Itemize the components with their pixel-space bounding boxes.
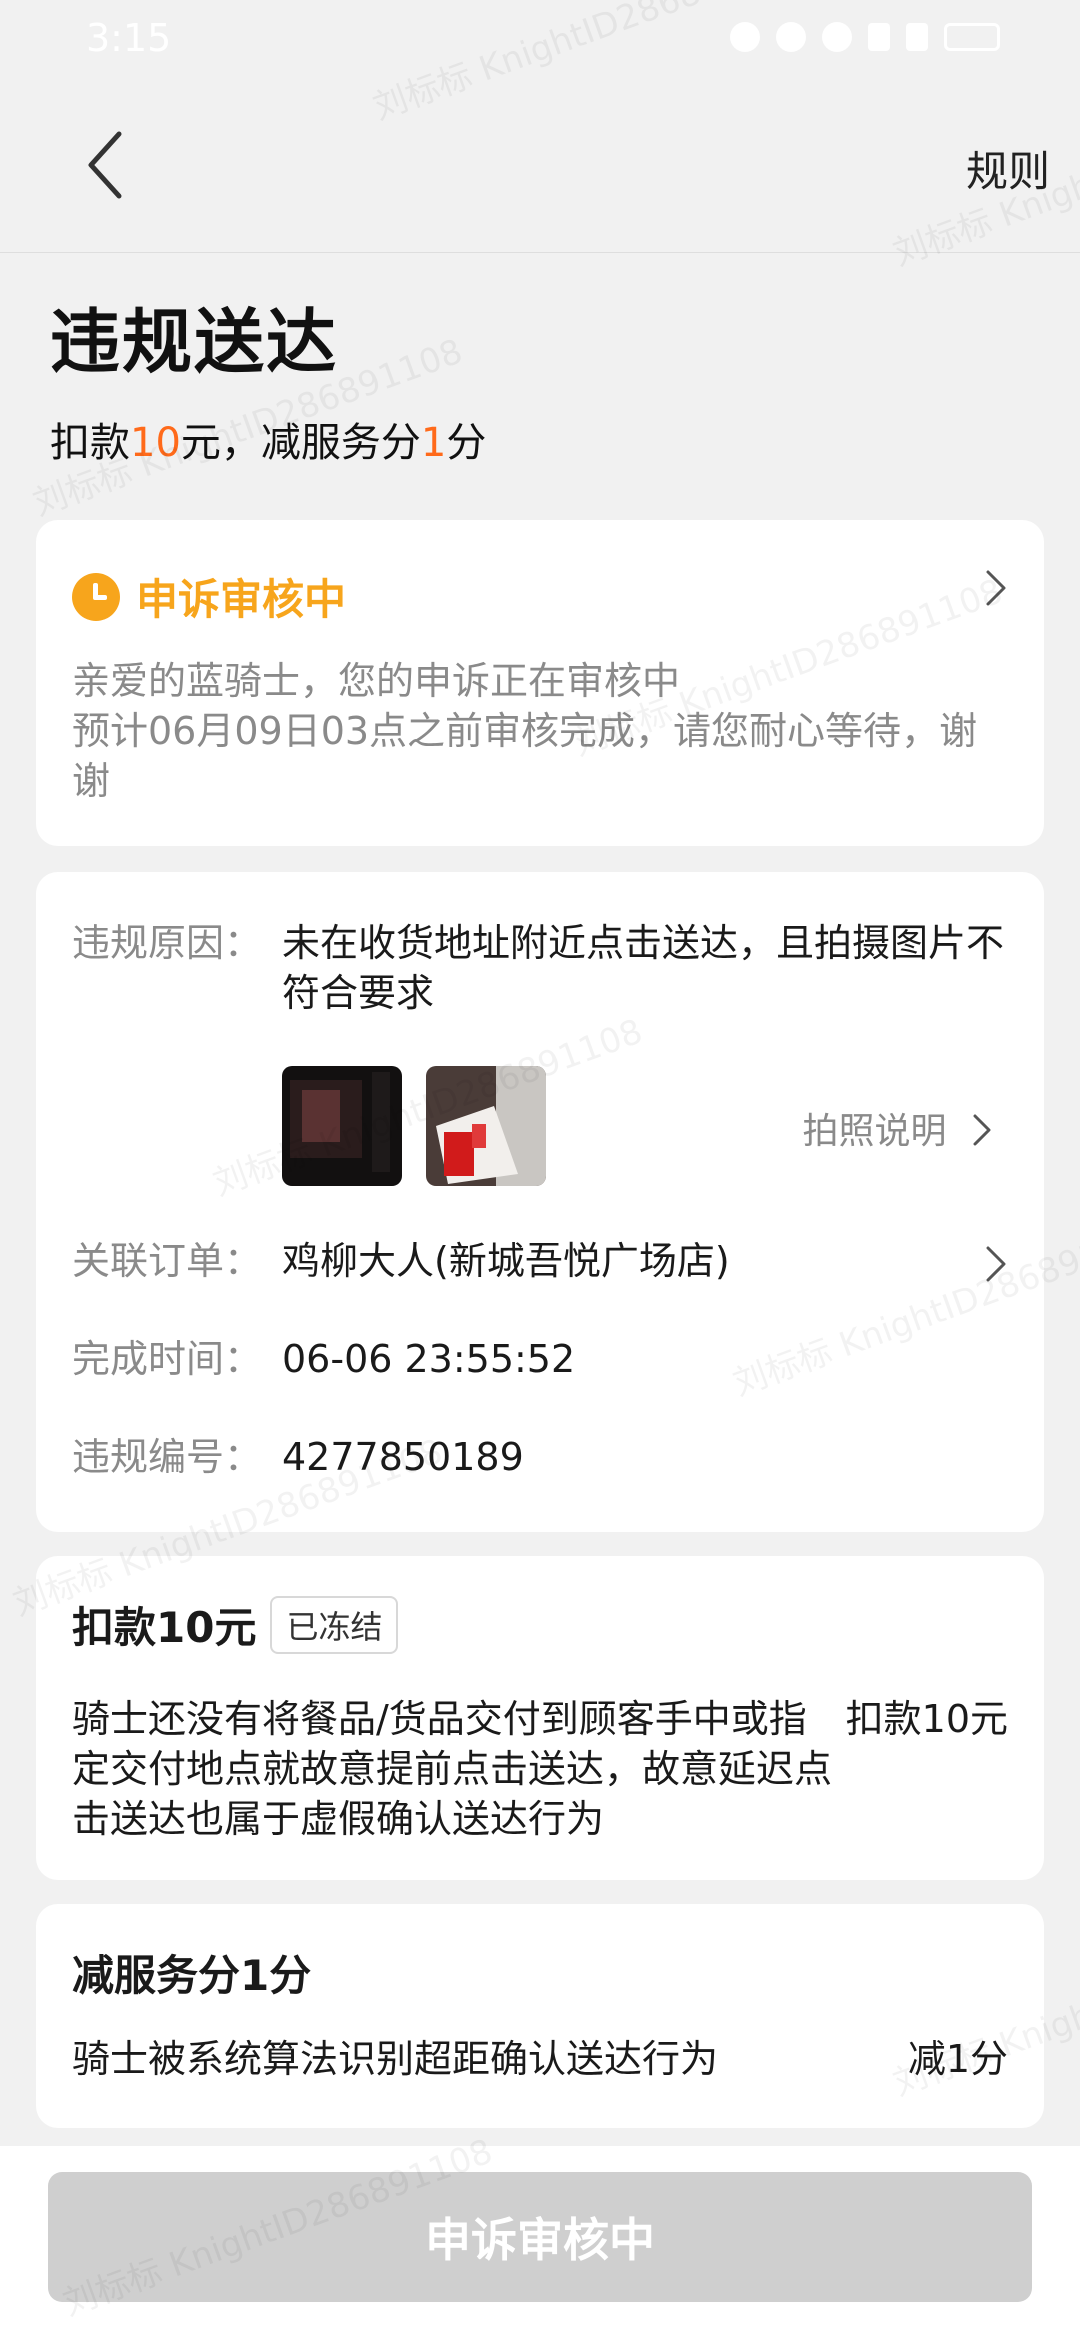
- page-subtitle: 扣款10元，减服务分1分: [50, 410, 486, 468]
- chevron-right-icon: [986, 1246, 1006, 1282]
- reason-label: 违规原因：: [72, 921, 263, 965]
- deduct-amount-highlight: 10: [130, 420, 181, 466]
- violation-detail-card: 违规原因： 未在收货地址附近点击送达，且拍摄图片不符合要求 拍照说明 关联订单：…: [36, 872, 1044, 1532]
- deduction-title: 扣款10元: [72, 1603, 257, 1652]
- evidence-photo-2[interactable]: [426, 1066, 546, 1186]
- id-value: 4277850189: [282, 1435, 524, 1479]
- battery-icon: [944, 23, 1000, 51]
- score-header: 减服务分1分: [72, 1942, 311, 2003]
- score-card: 减服务分1分 骑士被系统算法识别超距确认送达行为 减1分: [36, 1904, 1044, 2128]
- appeal-status-button[interactable]: 申诉审核中: [48, 2172, 1032, 2302]
- chevron-right-icon: [986, 570, 1006, 606]
- appeal-status-card[interactable]: 申诉审核中 亲爱的蓝骑士，您的申诉正在审核中 预计06月09日03点之前审核完成…: [36, 520, 1044, 846]
- appeal-status-row: 申诉审核中: [72, 566, 346, 627]
- evidence-photo-1[interactable]: [282, 1066, 402, 1186]
- clock-icon: [72, 572, 120, 621]
- time-value: 06-06 23:55:52: [282, 1337, 576, 1381]
- completion-time-row: 完成时间： 06-06 23:55:52: [72, 1334, 1022, 1384]
- chevron-right-icon: [973, 1114, 991, 1146]
- order-label: 关联订单：: [72, 1239, 263, 1283]
- signal-icon-2: [906, 23, 928, 51]
- time-label: 完成时间：: [72, 1337, 263, 1381]
- reason-value: 未在收货地址附近点击送达，且拍摄图片不符合要求: [282, 921, 1005, 1015]
- status-icons: [730, 22, 1000, 52]
- score-highlight: 1: [420, 420, 447, 466]
- page-title: 违规送达: [50, 301, 338, 383]
- bottom-bar: 申诉审核中: [0, 2146, 1080, 2340]
- violation-id-row: 违规编号： 4277850189: [72, 1432, 1022, 1482]
- status-time: 3:15: [86, 16, 172, 60]
- score-title: 减服务分1分: [72, 1951, 312, 2000]
- appeal-status-title: 申诉审核中: [136, 575, 347, 624]
- score-description: 骑士被系统算法识别超距确认送达行为: [72, 2037, 719, 2081]
- appeal-message-line-2: 预计06月09日03点之前审核完成，请您耐心等待，谢谢: [72, 709, 978, 803]
- deduction-description: 骑士还没有将餐品/货品交付到顾客手中或指定交付地点就故意提前点击送达，故意延迟点…: [72, 1697, 833, 1841]
- photo-instructions-link[interactable]: 拍照说明: [803, 1102, 992, 1154]
- deduction-card: 扣款10元 已冻结 骑士还没有将餐品/货品交付到顾客手中或指定交付地点就故意提前…: [36, 1556, 1044, 1880]
- rules-link[interactable]: 规则: [966, 138, 1050, 199]
- photo-instructions-label: 拍照说明: [802, 1111, 947, 1152]
- id-label: 违规编号：: [72, 1435, 263, 1479]
- subtitle-prefix: 扣款: [50, 420, 130, 466]
- frozen-badge: 已冻结: [270, 1595, 399, 1654]
- related-order-row[interactable]: 关联订单： 鸡柳大人(新城吾悦广场店): [72, 1236, 1008, 1286]
- alarm-icon: [730, 22, 760, 52]
- appeal-status-message: 亲爱的蓝骑士，您的申诉正在审核中 预计06月09日03点之前审核完成，请您耐心等…: [72, 656, 1002, 806]
- deduction-amount: 扣款10元: [845, 1697, 1008, 1741]
- status-bar: 3:15: [0, 0, 1080, 80]
- nav-bar: 规则: [0, 80, 1080, 253]
- chevron-left-icon: [88, 131, 122, 199]
- signal-icon: [868, 23, 890, 51]
- back-button[interactable]: [70, 120, 140, 210]
- deduction-header: 扣款10元 已冻结: [72, 1594, 399, 1655]
- order-value: 鸡柳大人(新城吾悦广场店): [282, 1239, 730, 1283]
- subtitle-suffix: 分: [446, 420, 487, 466]
- location-icon: [776, 22, 806, 52]
- subtitle-mid: 元，减服务分: [180, 420, 421, 466]
- appeal-message-line-1: 亲爱的蓝骑士，您的申诉正在审核中: [72, 659, 681, 703]
- score-amount: 减1分: [907, 2037, 1008, 2081]
- violation-reason-row: 违规原因： 未在收货地址附近点击送达，且拍摄图片不符合要求: [72, 918, 1022, 1018]
- mute-icon: [822, 22, 852, 52]
